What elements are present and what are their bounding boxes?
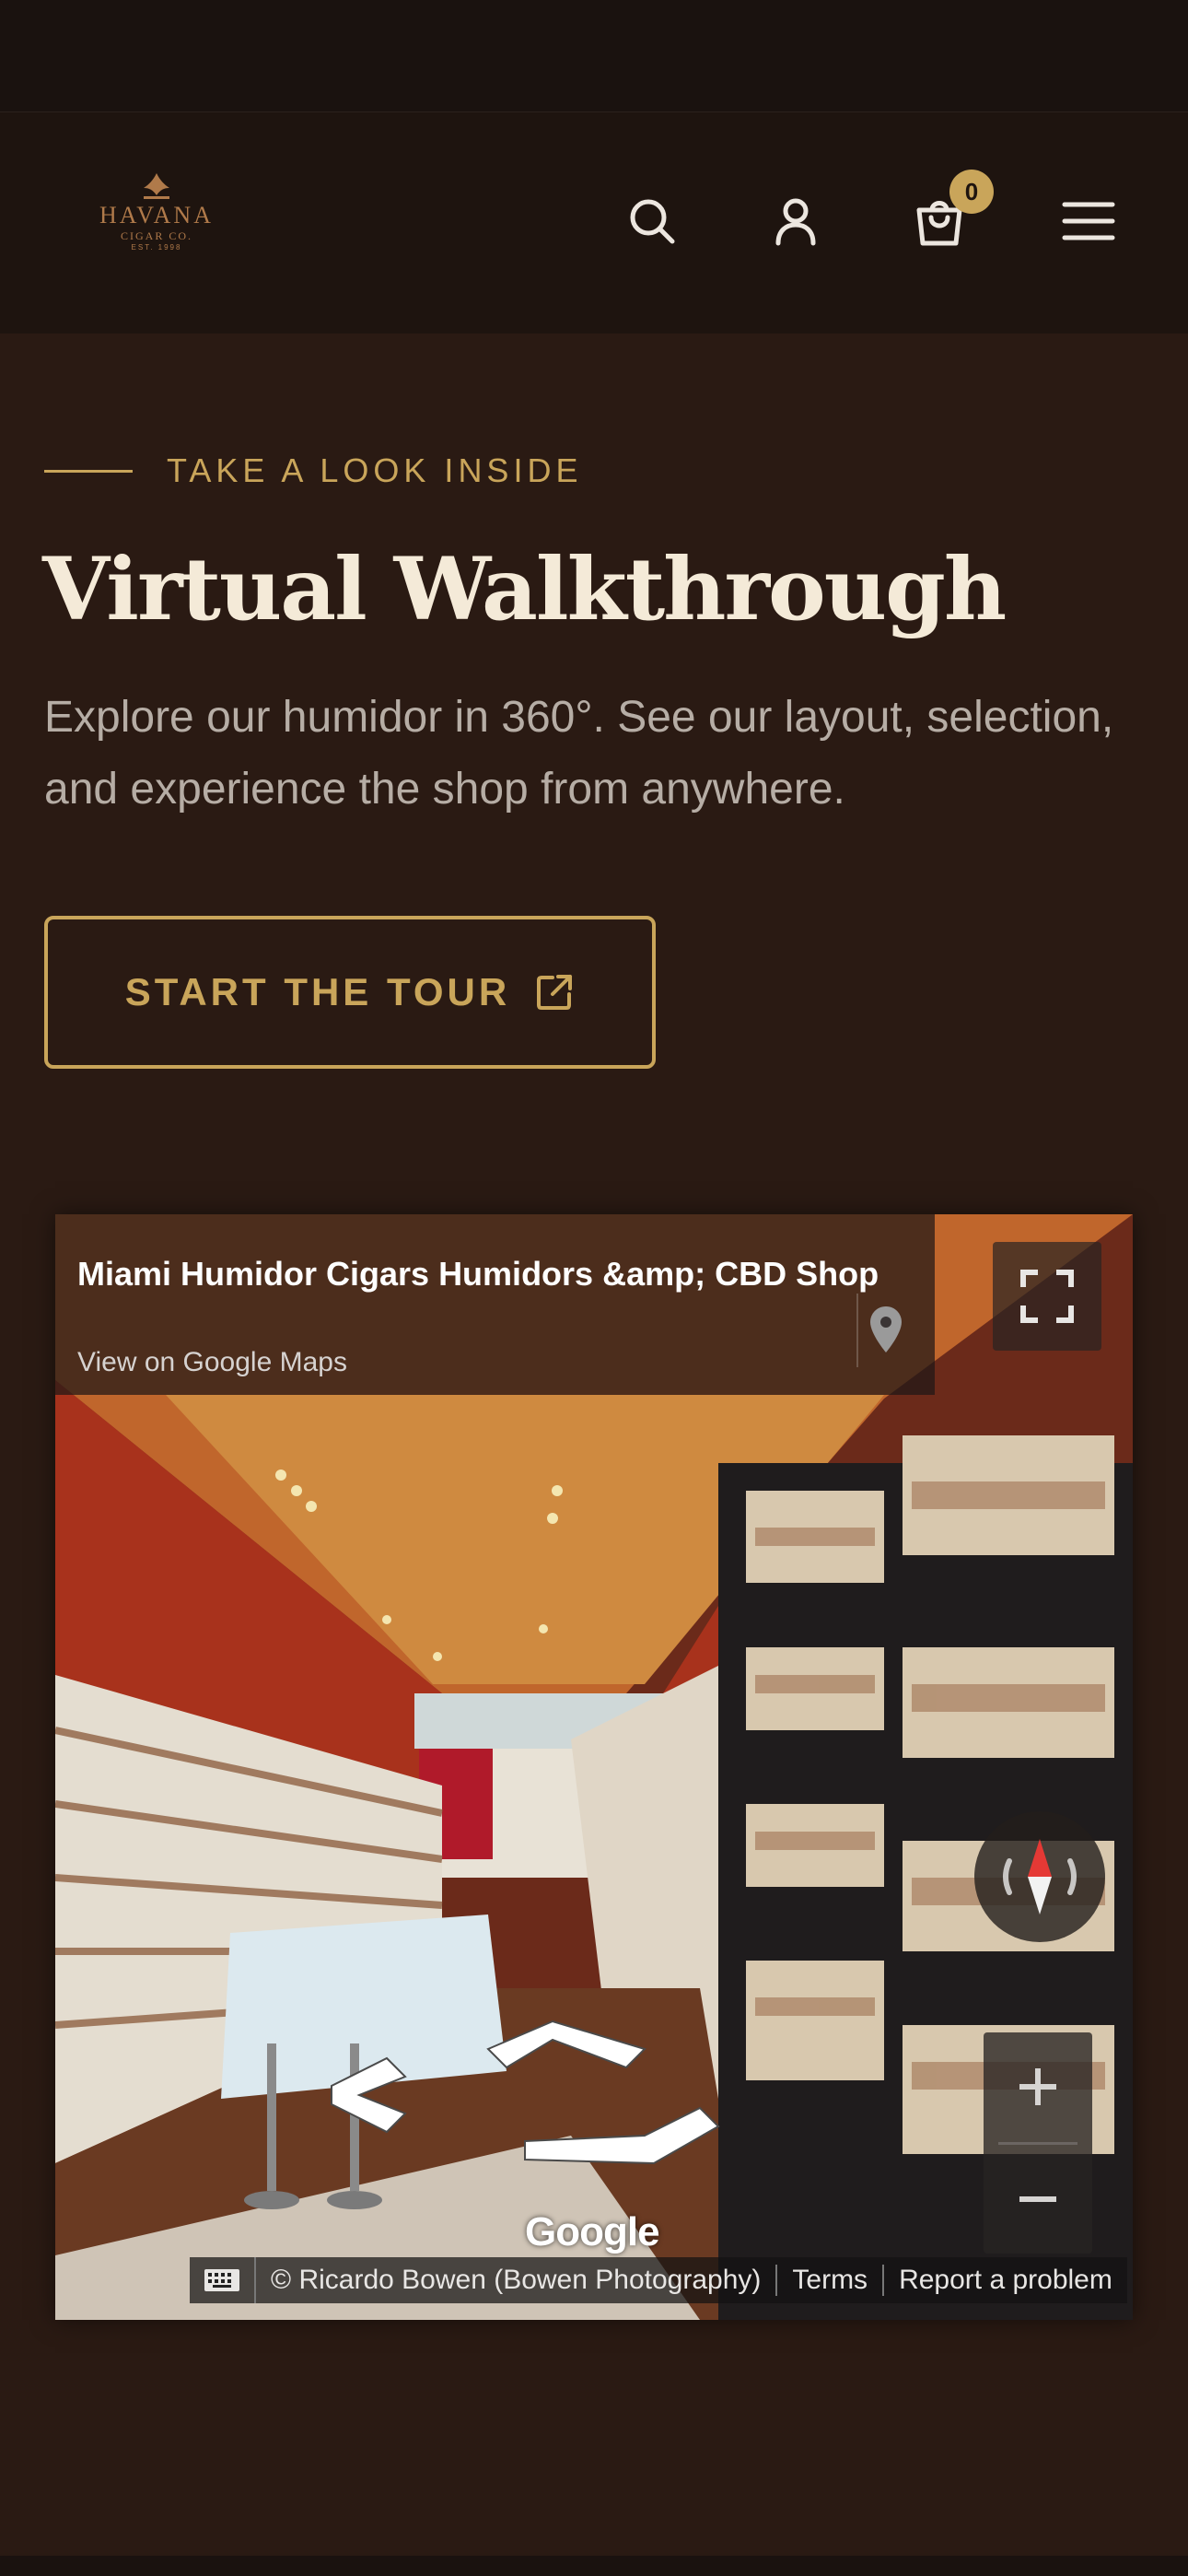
logo-subtitle: CIGAR CO. (120, 229, 192, 242)
google-logo: Google (525, 2209, 660, 2254)
brand-logo[interactable]: HAVANA CIGAR CO. EST. 1998 (92, 171, 221, 263)
logo-established: EST. 1998 (131, 243, 182, 252)
street-view-embed[interactable]: Miami Humidor Cigars Humidors &amp; CBD … (55, 1214, 1133, 2320)
user-icon (775, 198, 816, 246)
page-bottom-edge (0, 2556, 1188, 2576)
keyboard-shortcuts-button[interactable] (190, 2257, 256, 2303)
compass-control[interactable] (974, 1811, 1105, 1942)
zoom-out-button[interactable] (984, 2145, 1092, 2254)
report-problem-link[interactable]: Report a problem (882, 2265, 1127, 2296)
photographer-credit: © Ricardo Bowen (Bowen Photography) (271, 2265, 762, 2295)
fullscreen-button[interactable] (993, 1242, 1101, 1351)
terms-link[interactable]: Terms (775, 2265, 882, 2296)
cart-count-badge: 0 (949, 170, 994, 214)
start-tour-button[interactable]: START THE TOUR (44, 916, 656, 1069)
section-title: Virtual Walkthrough (42, 539, 1007, 640)
menu-button[interactable] (1059, 192, 1118, 251)
fullscreen-icon (1020, 1270, 1074, 1323)
map-attribution-bar: © Ricardo Bowen (Bowen Photography) Term… (190, 2257, 1127, 2303)
place-info-bar: Miami Humidor Cigars Humidors &amp; CBD … (55, 1214, 935, 1395)
zoom-controls (984, 2032, 1092, 2254)
keyboard-icon (204, 2269, 239, 2291)
logo-wordmark: HAVANA (99, 202, 214, 228)
account-button[interactable] (766, 192, 825, 251)
zoom-in-button[interactable] (984, 2032, 1092, 2141)
place-name[interactable]: Miami Humidor Cigars Humidors &amp; CBD … (77, 1255, 879, 1294)
external-link-icon (537, 975, 573, 1010)
search-icon (630, 199, 675, 244)
plus-icon (1019, 2068, 1056, 2105)
minus-icon (1019, 2196, 1056, 2202)
location-pin-icon (870, 1306, 902, 1352)
section-eyebrow: TAKE A LOOK INSIDE (167, 451, 583, 489)
tobacco-leaf-icon (144, 173, 169, 199)
menu-icon (1062, 202, 1115, 240)
view-on-google-maps-link[interactable]: View on Google Maps (77, 1347, 347, 1378)
search-button[interactable] (623, 192, 681, 251)
status-bar (0, 0, 1188, 112)
eyebrow-divider (44, 470, 133, 473)
section-description: Explore our humidor in 360°. See our lay… (44, 693, 1114, 814)
map-pin-icon[interactable] (856, 1294, 914, 1367)
compass-icon (1003, 1839, 1077, 1914)
start-tour-label: START THE TOUR (124, 970, 511, 1013)
